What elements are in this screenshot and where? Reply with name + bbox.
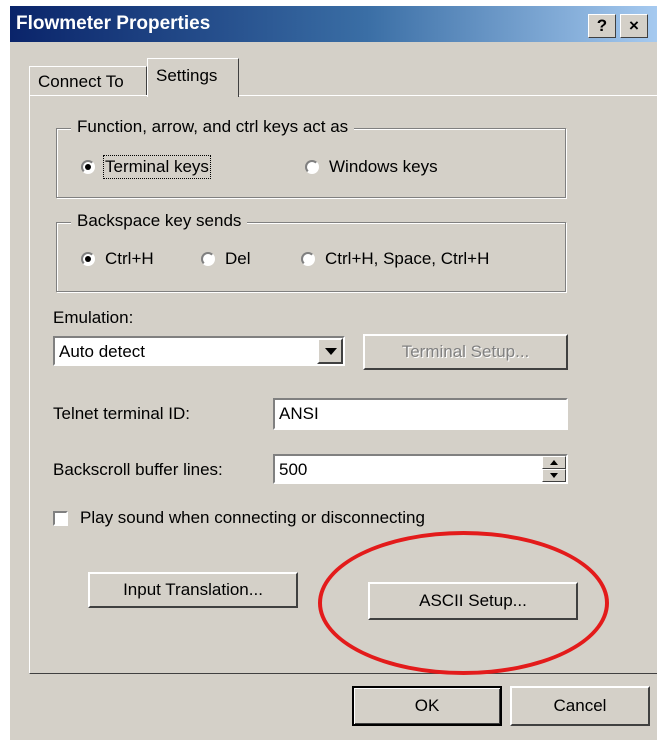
spin-down-icon[interactable] (542, 469, 566, 482)
radio-selected-icon (81, 160, 95, 174)
backspace-group: Backspace key sends Ctrl+H Del Ctrl+H, S… (56, 211, 566, 292)
close-button[interactable]: × (620, 14, 648, 38)
backscroll-label: Backscroll buffer lines: (53, 460, 223, 479)
dialog-title: Flowmeter Properties (16, 13, 211, 34)
cancel-button[interactable]: Cancel (510, 686, 650, 726)
radio-selected-icon (81, 252, 95, 266)
backspace-group-legend: Backspace key sends (71, 211, 248, 231)
radio-ctrl-h-label: Ctrl+H (105, 249, 154, 268)
radio-ctrl-h[interactable]: Ctrl+H (81, 249, 154, 269)
emulation-label: Emulation: (53, 308, 134, 327)
emulation-select[interactable]: Auto detect (53, 336, 345, 366)
radio-windows-keys[interactable]: Windows keys (305, 157, 438, 177)
radio-unselected-icon (305, 160, 319, 174)
ok-button[interactable]: OK (352, 686, 502, 726)
telnet-id-input[interactable]: ANSI (273, 398, 568, 430)
tab-settings[interactable]: Settings (147, 58, 239, 97)
tab-connect-to[interactable]: Connect To (29, 66, 147, 96)
radio-windows-keys-label: Windows keys (329, 157, 438, 176)
sound-checkbox-label: Play sound when connecting or disconnect… (80, 508, 425, 527)
radio-del-label: Del (225, 249, 251, 268)
radio-ctrl-h-space-label: Ctrl+H, Space, Ctrl+H (325, 249, 490, 268)
keys-group: Function, arrow, and ctrl keys act as Te… (56, 117, 566, 198)
radio-ctrl-h-space[interactable]: Ctrl+H, Space, Ctrl+H (301, 249, 489, 269)
spin-up-icon[interactable] (542, 456, 566, 469)
telnet-id-label: Telnet terminal ID: (53, 404, 190, 423)
help-button[interactable]: ? (588, 14, 616, 38)
chevron-down-icon[interactable] (317, 338, 343, 364)
backscroll-stepper[interactable]: 500 (273, 454, 568, 484)
sound-checkbox[interactable]: Play sound when connecting or disconnect… (53, 508, 425, 528)
radio-unselected-icon (301, 252, 315, 266)
emulation-value: Auto detect (59, 342, 146, 361)
title-bar: Flowmeter Properties ? × (10, 6, 657, 42)
backscroll-value: 500 (279, 460, 308, 479)
radio-del[interactable]: Del (201, 249, 251, 269)
terminal-setup-button[interactable]: Terminal Setup... (363, 334, 568, 370)
checkbox-icon (53, 510, 68, 526)
highlight-annotation-ellipse (318, 531, 609, 675)
radio-unselected-icon (201, 252, 215, 266)
input-translation-button[interactable]: Input Translation... (88, 572, 298, 608)
keys-group-legend: Function, arrow, and ctrl keys act as (71, 117, 355, 137)
radio-terminal-keys[interactable]: Terminal keys (81, 155, 211, 179)
radio-terminal-keys-label: Terminal keys (103, 155, 211, 179)
